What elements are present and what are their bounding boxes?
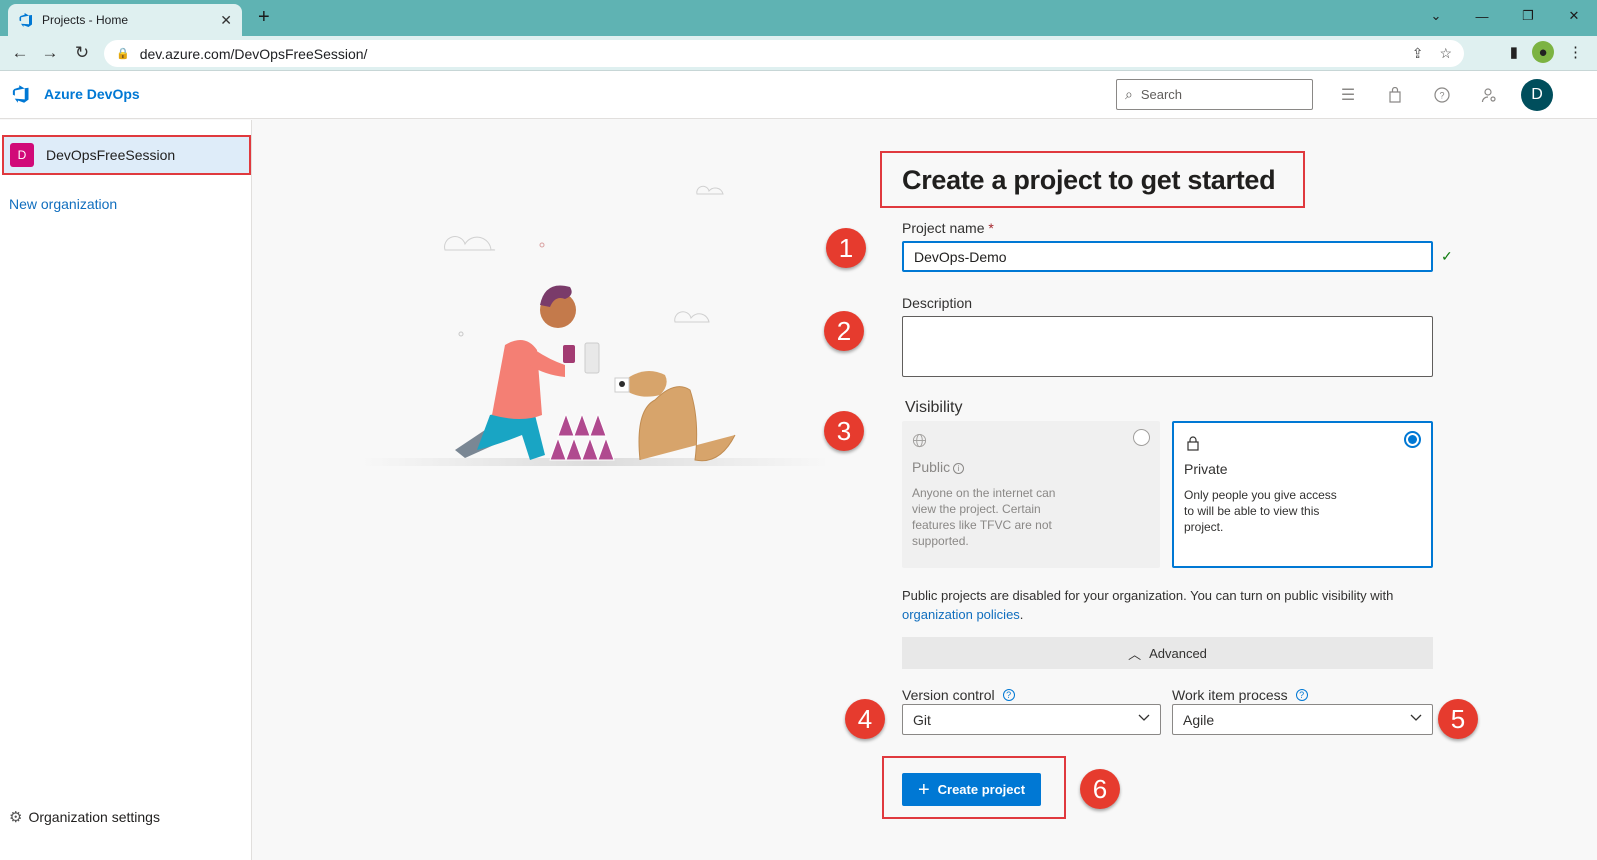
visibility-label: Visibility bbox=[905, 399, 963, 416]
page-title: Create a project to get started bbox=[902, 165, 1276, 195]
reload-icon[interactable]: ↻ bbox=[70, 41, 94, 65]
tab-close-icon[interactable]: ✕ bbox=[220, 12, 232, 29]
browser-profile-icon[interactable]: ● bbox=[1532, 41, 1554, 63]
work-item-process-label-text: Work item process bbox=[1172, 687, 1288, 703]
minimize-icon[interactable]: — bbox=[1459, 0, 1505, 32]
project-name-label-text: Project name bbox=[902, 220, 985, 236]
gear-icon: ⚙ bbox=[9, 809, 23, 826]
valid-checkmark-icon: ✓ bbox=[1441, 248, 1453, 264]
azure-devops-logo-icon bbox=[12, 85, 29, 103]
new-organization-link[interactable]: New organization bbox=[9, 196, 117, 212]
org-badge: D bbox=[10, 143, 34, 167]
description-textarea[interactable] bbox=[902, 316, 1433, 377]
description-label: Description bbox=[902, 295, 973, 311]
project-name-label: Project name * bbox=[902, 220, 994, 236]
organization-settings-label: Organization settings bbox=[28, 809, 160, 825]
info-icon: i bbox=[953, 463, 965, 474]
chevron-down-icon bbox=[1410, 713, 1422, 725]
lock-icon bbox=[1187, 436, 1199, 451]
notice-end: . bbox=[1019, 607, 1024, 622]
person-building-card-house-illustration bbox=[360, 185, 830, 466]
help-icon[interactable]: ? bbox=[1431, 84, 1453, 106]
organization-policies-link[interactable]: organization policies bbox=[902, 607, 1020, 622]
side-panel-icon[interactable]: ▮ bbox=[1510, 43, 1518, 61]
browser-menu-icon[interactable]: ⋮ bbox=[1568, 43, 1583, 61]
step-marker-3: 3 bbox=[824, 411, 864, 451]
project-name-input[interactable]: DevOps-Demo bbox=[902, 241, 1433, 272]
url-actions: ⇪ ☆ bbox=[1412, 45, 1452, 62]
advanced-toggle[interactable]: ︿ Advanced bbox=[902, 637, 1433, 669]
restore-icon[interactable]: ❐ bbox=[1505, 0, 1551, 32]
plus-icon: + bbox=[917, 778, 930, 801]
version-control-label: Version control? bbox=[902, 687, 1015, 703]
new-tab-icon[interactable]: + bbox=[258, 6, 270, 29]
search-icon: ⌕ bbox=[1125, 86, 1133, 102]
step-marker-2: 2 bbox=[824, 311, 864, 351]
search-placeholder: Search bbox=[1140, 87, 1183, 102]
globe-icon bbox=[912, 433, 927, 448]
user-settings-icon[interactable] bbox=[1478, 84, 1500, 106]
version-control-help-icon[interactable]: ? bbox=[1002, 689, 1015, 701]
window-controls: ⌄ — ❐ ✕ bbox=[1413, 0, 1597, 36]
notice-text: Public projects are disabled for your or… bbox=[902, 588, 1394, 603]
svg-text:?: ? bbox=[1439, 91, 1444, 101]
org-name: DevOpsFreeSession bbox=[46, 147, 176, 163]
create-project-label: Create project bbox=[937, 782, 1026, 797]
required-mark: * bbox=[988, 220, 994, 236]
step-marker-1: 1 bbox=[826, 228, 866, 268]
private-description: Only people you give access to will be a… bbox=[1184, 488, 1337, 534]
forward-icon[interactable]: → bbox=[38, 41, 62, 65]
public-disabled-notice: Public projects are disabled for your or… bbox=[902, 586, 1442, 624]
work-item-process-value: Agile bbox=[1183, 711, 1215, 728]
tab-search-icon[interactable]: ⌄ bbox=[1413, 0, 1459, 32]
private-title: Private bbox=[1184, 461, 1228, 477]
organization-settings-link[interactable]: ⚙ Organization settings bbox=[9, 808, 160, 826]
url-text: dev.azure.com/DevOpsFreeSession/ bbox=[139, 45, 368, 62]
step-marker-4: 4 bbox=[845, 699, 885, 739]
create-project-button[interactable]: + Create project bbox=[902, 773, 1041, 806]
version-control-value: Git bbox=[913, 711, 931, 728]
public-title: Public i bbox=[912, 459, 965, 475]
app-header: Azure DevOps ⌕ Search ☰ ? D bbox=[0, 71, 1597, 119]
chevron-down-icon bbox=[1138, 713, 1150, 725]
chevron-up-icon: ︿ bbox=[1128, 646, 1142, 662]
search-input[interactable]: ⌕ Search bbox=[1116, 79, 1313, 110]
back-icon[interactable]: ← bbox=[8, 41, 32, 65]
public-title-text: Public bbox=[912, 459, 951, 475]
close-window-icon[interactable]: ✕ bbox=[1551, 0, 1597, 32]
address-bar-row: ← → ↻ 🔒 dev.azure.com/DevOpsFreeSession/… bbox=[0, 36, 1597, 71]
marketplace-bag-icon[interactable] bbox=[1384, 84, 1406, 106]
work-item-process-select[interactable]: Agile bbox=[1172, 704, 1433, 735]
azure-devops-favicon-icon bbox=[19, 13, 32, 27]
bookmark-star-icon[interactable]: ☆ bbox=[1439, 45, 1452, 62]
browser-tab-bar: Projects - Home ✕ + ⌄ — ❐ ✕ bbox=[0, 0, 1597, 36]
user-avatar[interactable]: D bbox=[1521, 79, 1553, 111]
browser-toolbar-right: ▮ ● ⋮ bbox=[1510, 41, 1597, 63]
lock-icon: 🔒 bbox=[116, 48, 130, 60]
version-control-label-text: Version control bbox=[902, 687, 995, 703]
url-field[interactable]: 🔒 dev.azure.com/DevOpsFreeSession/ ⇪ ☆ bbox=[104, 40, 1464, 67]
step-marker-6: 6 bbox=[1080, 769, 1120, 809]
work-item-process-label: Work item process? bbox=[1172, 687, 1308, 703]
private-radio[interactable] bbox=[1404, 431, 1421, 448]
version-control-select[interactable]: Git bbox=[902, 704, 1161, 735]
brand-name: Azure DevOps bbox=[44, 86, 140, 102]
visibility-private-option[interactable]: Private Only people you give access to w… bbox=[1172, 421, 1433, 568]
advanced-label: Advanced bbox=[1149, 645, 1207, 661]
work-item-help-icon[interactable]: ? bbox=[1295, 689, 1308, 701]
tab-title: Projects - Home bbox=[42, 13, 129, 27]
brand-link[interactable]: Azure DevOps bbox=[10, 84, 140, 104]
visibility-public-option: Public i Anyone on the internet can view … bbox=[902, 421, 1160, 568]
share-icon[interactable]: ⇪ bbox=[1412, 45, 1424, 62]
sidebar-item-organization[interactable]: D DevOpsFreeSession bbox=[2, 135, 251, 175]
task-list-icon[interactable]: ☰ bbox=[1337, 84, 1359, 106]
public-radio bbox=[1133, 429, 1150, 446]
step-marker-5: 5 bbox=[1438, 699, 1478, 739]
public-description: Anyone on the internet can view the proj… bbox=[912, 486, 1056, 548]
sidebar: D DevOpsFreeSession New organization ⚙ O… bbox=[0, 120, 252, 860]
browser-tab[interactable]: Projects - Home ✕ bbox=[8, 4, 242, 36]
